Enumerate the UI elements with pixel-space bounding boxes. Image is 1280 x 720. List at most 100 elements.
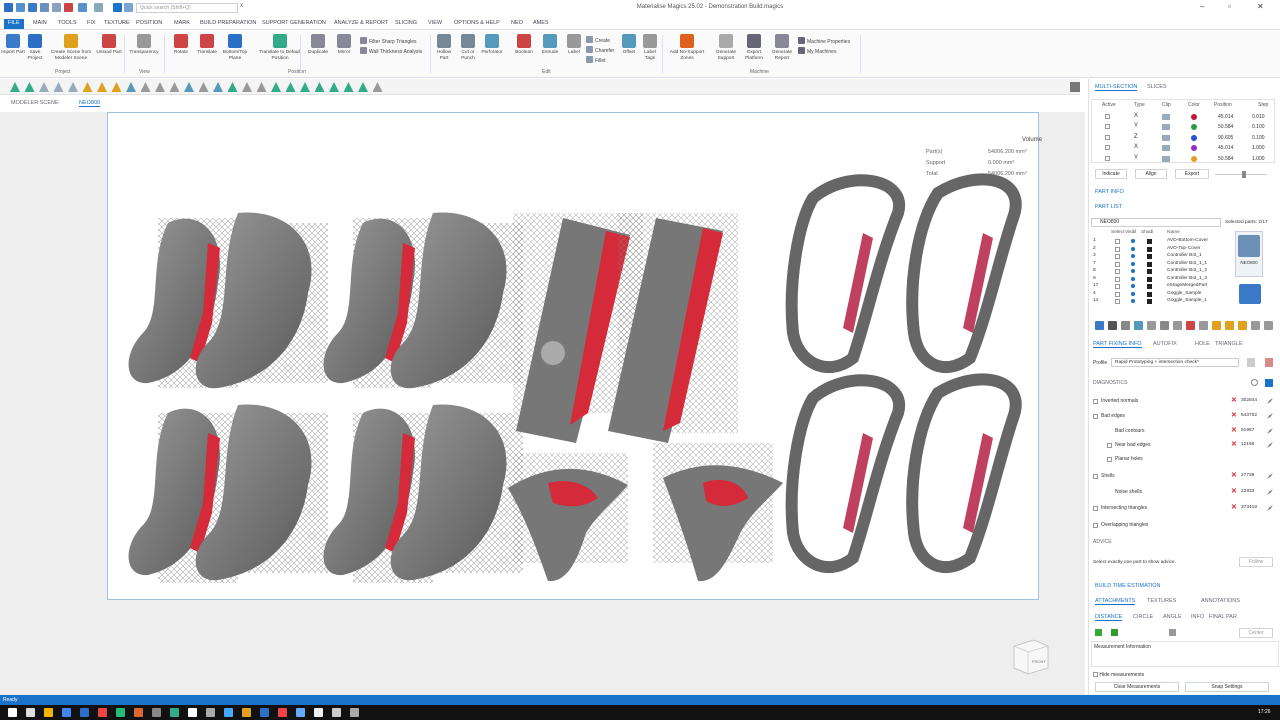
clip-icon[interactable]	[1162, 114, 1170, 120]
view-tool-icon[interactable]	[39, 82, 49, 92]
shading-icon[interactable]	[1147, 239, 1152, 244]
visibility-icon[interactable]	[1131, 246, 1135, 251]
redo-icon[interactable]	[94, 3, 103, 12]
taskbar-app-icon[interactable]	[296, 708, 305, 717]
help-icon[interactable]	[124, 3, 133, 12]
tab-multi-section[interactable]: MULTI-SECTION	[1095, 84, 1138, 91]
part-tool-icon[interactable]	[1186, 321, 1195, 330]
view-cube[interactable]: FRONT	[1008, 636, 1052, 678]
part-select-checkbox[interactable]	[1115, 284, 1120, 289]
update-icon[interactable]	[1265, 379, 1273, 387]
section-row[interactable]: Y 50.584 0.100	[1092, 122, 1276, 132]
tab-textures[interactable]: TEXTURES	[1147, 598, 1176, 604]
part-thumbnail-icon[interactable]	[1239, 284, 1261, 304]
profile-edit-icon[interactable]	[1247, 358, 1255, 367]
view-tool-icon[interactable]	[242, 82, 252, 92]
menu-texture[interactable]: TEXTURE	[104, 19, 130, 29]
my-machines-button[interactable]: My Machines	[798, 47, 836, 55]
generate-report-button[interactable]: Generate Report	[768, 34, 796, 61]
taskbar-app-icon[interactable]	[242, 708, 251, 717]
chamfer-button[interactable]: Chamfer	[586, 46, 614, 54]
diagnostic-row[interactable]: Intersecting triangles ✕ 373419	[1089, 504, 1280, 514]
view-tool-icon[interactable]	[68, 82, 78, 92]
shading-icon[interactable]	[1147, 276, 1152, 282]
part-list-row[interactable]: 7 Controller Bot_1_1	[1091, 261, 1221, 268]
taskbar-app-icon[interactable]	[332, 708, 341, 717]
translate-to-default-position-button[interactable]: Translate to Default Position	[258, 34, 302, 61]
fix-wrench-icon[interactable]	[1267, 489, 1273, 495]
view-tool-icon[interactable]	[329, 82, 339, 92]
section-row[interactable]: X 45.014 0.010	[1092, 112, 1276, 122]
shading-icon[interactable]	[1147, 261, 1152, 267]
section-step[interactable]: 1.000	[1252, 145, 1265, 151]
part-tool-icon[interactable]	[1225, 321, 1234, 330]
menu-slicing[interactable]: SLICING	[395, 19, 417, 29]
view-tool-icon[interactable]	[53, 82, 64, 92]
fix-wrench-icon[interactable]	[1267, 505, 1273, 511]
tab-neo800[interactable]: NEO800	[79, 100, 101, 107]
clear-measurements-button[interactable]: Clear Measurements	[1095, 682, 1179, 692]
section-color-swatch[interactable]	[1191, 155, 1197, 162]
start-icon[interactable]	[8, 708, 17, 717]
tab-annotations[interactable]: ANNOTATIONS	[1201, 598, 1240, 604]
part-tool-icon[interactable]	[1173, 321, 1182, 330]
visibility-icon[interactable]	[1131, 284, 1135, 288]
taskbar-app-icon[interactable]	[314, 708, 323, 717]
part-select-checkbox[interactable]	[1115, 299, 1120, 304]
taskbar-app-icon[interactable]	[116, 708, 125, 717]
view-tool-icon[interactable]	[372, 82, 383, 92]
diagnostic-row[interactable]: Bad edges ✕ 543702	[1089, 412, 1280, 422]
machine-select[interactable]: NEO800	[1091, 218, 1221, 227]
diagnostic-checkbox[interactable]	[1093, 414, 1098, 419]
part-tool-icon[interactable]	[1264, 321, 1273, 330]
boolean-button[interactable]: Boolean	[512, 34, 536, 56]
taskbar-app-icon[interactable]	[350, 708, 359, 717]
offset-button[interactable]: Offset	[618, 34, 640, 56]
fix-wrench-icon[interactable]	[1267, 442, 1273, 448]
taskbar-app-icon[interactable]	[278, 708, 287, 717]
section-position[interactable]: 45.014	[1218, 114, 1233, 120]
shading-icon[interactable]	[1147, 291, 1152, 297]
diagnostic-row[interactable]: Shells ✕ 27738	[1089, 472, 1280, 482]
search-taskbar-icon[interactable]	[26, 708, 35, 717]
part-tool-icon[interactable]	[1238, 321, 1247, 330]
view-tool-icon[interactable]	[82, 82, 93, 92]
shading-icon[interactable]	[1147, 254, 1152, 259]
goggle-part[interactable]	[785, 174, 906, 374]
diagnostic-row[interactable]: Near bad edges ✕ 12166	[1089, 441, 1280, 451]
label-tags-button[interactable]: Label Tags	[640, 34, 660, 61]
taskbar-app-icon[interactable]	[224, 708, 233, 717]
menu-mark[interactable]: MARK	[174, 19, 190, 29]
part-select-checkbox[interactable]	[1115, 239, 1120, 244]
add-no-support-zones-button[interactable]: Add No-Support Zones	[666, 34, 708, 61]
tab-attachments[interactable]: ATTACHMENTS	[1095, 598, 1136, 605]
indicate-button[interactable]: Indicate	[1095, 169, 1127, 179]
view-tool-icon[interactable]	[314, 82, 325, 92]
machine-properties-button[interactable]: Machine Properties	[798, 37, 850, 45]
fillet-button[interactable]: Fillet	[586, 56, 606, 64]
diagnostic-row[interactable]: Overlapping triangles	[1089, 521, 1280, 531]
print-icon[interactable]	[52, 3, 61, 12]
create-scene-from-modeler-scene-button[interactable]: Create Scene from Modeler Scene	[48, 34, 94, 61]
part-info-header[interactable]: PART INFO	[1095, 189, 1124, 195]
section-step[interactable]: 0.100	[1252, 135, 1265, 141]
tab-hole[interactable]: HOLE	[1195, 341, 1210, 347]
save-as-icon[interactable]	[40, 3, 49, 12]
clip-icon[interactable]	[1162, 155, 1170, 162]
section-row[interactable]: Z 90.605 0.100	[1092, 133, 1276, 143]
3d-viewport[interactable]: Volume Part(s) 54006.200 mm³ Support 0.0…	[107, 112, 1042, 600]
measure-line-icon[interactable]	[1111, 629, 1118, 636]
part-tool-icon[interactable]	[1121, 321, 1130, 330]
view-tool-icon[interactable]	[271, 82, 281, 92]
diagnostic-row[interactable]: Noise shells ✕ 22833	[1089, 488, 1280, 498]
part-tool-icon[interactable]	[1212, 321, 1221, 330]
shading-icon[interactable]	[1147, 299, 1152, 304]
view-tool-icon[interactable]	[227, 82, 238, 92]
diagnostic-row[interactable]: Bad contours ✕ 91967	[1089, 427, 1280, 437]
section-slider[interactable]	[1215, 174, 1267, 175]
part-list-header[interactable]: PART LIST	[1095, 204, 1122, 210]
section-slider-handle[interactable]	[1242, 171, 1246, 178]
tab-autofix[interactable]: AUTOFIX	[1153, 341, 1177, 347]
section-row[interactable]: Y 50.584 1.000	[1092, 154, 1276, 164]
view-tool-icon[interactable]	[24, 82, 35, 92]
